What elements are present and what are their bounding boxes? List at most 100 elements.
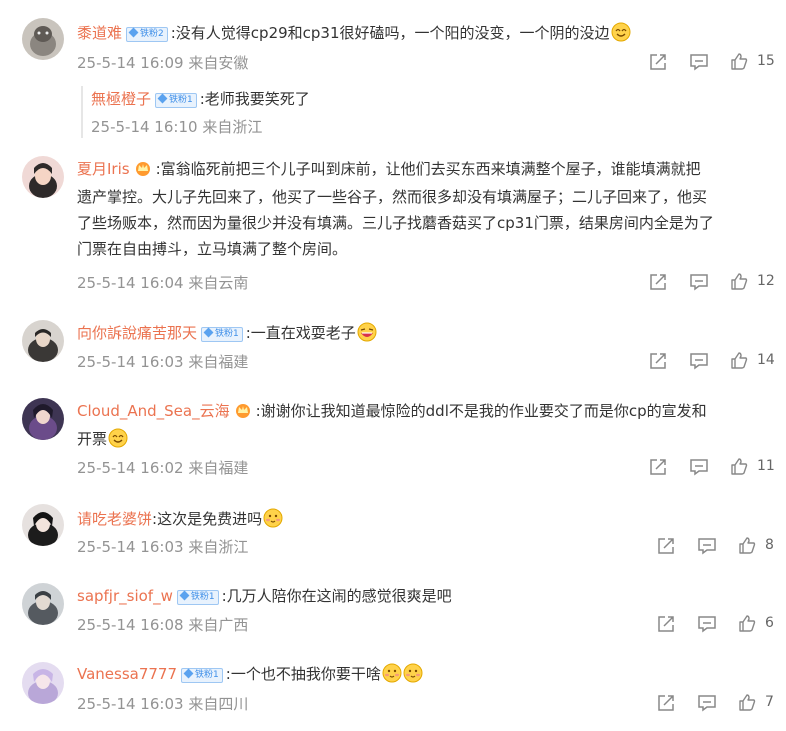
comment-icon <box>690 459 708 476</box>
comment-meta: 25-5-14 16:03 来自福建 <box>77 351 248 372</box>
diamond-icon <box>203 327 214 338</box>
comment-time: 25-5-14 16:03 <box>77 695 184 713</box>
username-link[interactable]: 黍道难 <box>77 24 122 42</box>
share-button[interactable] <box>656 614 676 634</box>
fan-badge-label: 铁粉1 <box>190 592 215 602</box>
like-count: 6 <box>765 615 774 631</box>
comment-location: 来自浙江 <box>188 538 249 556</box>
username-link[interactable]: sapfjr_siof_w <box>77 587 173 605</box>
like-button[interactable]: 12 <box>730 272 775 290</box>
reply-meta: 25-5-14 16:10 来自浙江 <box>91 116 262 137</box>
username-link[interactable]: Vanessa7777 <box>77 665 177 683</box>
smile-emoji-icon <box>108 428 128 456</box>
comment-text-line: Cloud_And_Sea_云海:谢谢你让我知道最惊险的ddl不是我的作业要交了… <box>77 398 766 426</box>
comment-text-line: 夏月Iris:富翁临死前把三个儿子叫到床前，让他们去买东西来填满整个屋子，谁能填… <box>77 156 766 184</box>
diamond-icon <box>183 668 194 679</box>
like-button[interactable]: 7 <box>738 693 774 711</box>
comment-location: 来自福建 <box>188 353 249 371</box>
username-link[interactable]: 请吃老婆饼 <box>77 510 152 528</box>
comment-button[interactable] <box>689 52 709 72</box>
thumbs-up-icon <box>731 273 748 290</box>
comment-location: 来自云南 <box>188 274 249 292</box>
comment-text: :一个也不抽我你要干啥 <box>225 665 381 683</box>
fan-badge: 铁粉1 <box>176 590 219 605</box>
reply-time: 25-5-14 16:10 <box>91 118 198 136</box>
avatar[interactable] <box>22 662 64 704</box>
comment-meta: 25-5-14 16:09 来自安徽 <box>77 52 248 73</box>
fan-badge-label: 铁粉1 <box>169 95 193 105</box>
comment-text: :一直在戏耍老子 <box>245 324 356 342</box>
username-link[interactable]: Cloud_And_Sea_云海 <box>77 402 230 420</box>
comment-time: 25-5-14 16:02 <box>77 459 184 477</box>
share-button[interactable] <box>656 536 676 556</box>
avatar[interactable] <box>22 156 64 198</box>
comment-text-line: 开票 <box>77 426 766 456</box>
share-icon <box>658 616 674 632</box>
avatar[interactable] <box>22 320 64 362</box>
share-icon <box>650 459 666 475</box>
share-icon <box>650 54 666 70</box>
reply-username-link[interactable]: 無極橙子 <box>91 90 151 108</box>
comment-text-line: Vanessa7777 铁粉1 :一个也不抽我你要干啥 <box>77 661 766 691</box>
like-button[interactable]: 8 <box>738 536 774 554</box>
comment-time: 25-5-14 16:04 <box>77 274 184 292</box>
fan-badge-label: 铁粉1 <box>215 329 239 339</box>
comment-meta: 25-5-14 16:03 来自四川 <box>77 693 248 714</box>
comment-time: 25-5-14 16:09 <box>77 54 184 72</box>
reply-text-line: 無極橙子 铁粉1 :老师我要笑死了 <box>91 86 310 112</box>
share-icon <box>650 353 666 369</box>
crown-icon <box>134 158 152 184</box>
reply-block: 無極橙子 铁粉1 :老师我要笑死了 25-5-14 16:10 来自浙江 <box>81 86 703 138</box>
avatar[interactable] <box>22 18 64 60</box>
fan-badge: 铁粉1 <box>181 668 223 683</box>
comment-text-line: 向你訴說痛苦那天 铁粉1 :一直在戏耍老子 <box>77 320 766 350</box>
diamond-icon <box>157 93 168 104</box>
comment-button[interactable] <box>689 272 709 292</box>
like-button[interactable]: 14 <box>730 351 775 369</box>
share-button[interactable] <box>648 52 668 72</box>
blush-emoji-icon <box>382 663 402 691</box>
comment-text-line: sapfjr_siof_w 铁粉1 :几万人陪你在这闹的感觉很爽是吧 <box>77 583 766 609</box>
like-button[interactable]: 15 <box>730 52 775 70</box>
laughing-emoji-icon <box>357 322 377 350</box>
thumbs-up-icon <box>739 694 756 711</box>
avatar[interactable] <box>22 504 64 546</box>
comment-icon <box>698 616 716 633</box>
comment-button[interactable] <box>689 457 709 477</box>
share-button[interactable] <box>648 351 668 371</box>
comment-button[interactable] <box>697 536 717 556</box>
like-button[interactable]: 11 <box>730 457 775 475</box>
fan-badge: 铁粉1 <box>155 93 197 108</box>
comment-text: :几万人陪你在这闹的感觉很爽是吧 <box>221 587 452 605</box>
share-button[interactable] <box>648 272 668 292</box>
comment-text-line: 了些场贩本，然而因为量很少并没有填满。三儿子找蘑香菇买了cp31门票，结果房间内… <box>77 214 714 232</box>
comment-time: 25-5-14 16:03 <box>77 538 184 556</box>
comment-button[interactable] <box>697 614 717 634</box>
reply-text: :老师我要笑死了 <box>199 90 310 108</box>
comment-icon <box>690 274 708 291</box>
username-link[interactable]: 夏月Iris <box>77 160 130 178</box>
comment-icon <box>698 538 716 555</box>
comment-icon <box>690 353 708 370</box>
thumbs-up-icon <box>739 537 756 554</box>
diamond-icon <box>128 27 139 38</box>
like-count: 14 <box>757 352 775 368</box>
thumbs-up-icon <box>731 352 748 369</box>
like-count: 11 <box>757 458 775 474</box>
blush-emoji-icon <box>263 508 283 536</box>
comment-text: :这次是免费进吗 <box>152 510 263 528</box>
share-button[interactable] <box>648 457 668 477</box>
fan-badge-label: 铁粉1 <box>195 670 219 680</box>
comment-meta: 25-5-14 16:04 来自云南 <box>77 272 248 293</box>
share-button[interactable] <box>656 693 676 713</box>
comment-text-line: 遗产掌控。大儿子先回来了，他买了一些谷子，然而很多却没有填满屋子；二儿子回来了，… <box>77 188 708 206</box>
smile-emoji-icon <box>611 22 631 50</box>
thumbs-up-icon <box>731 53 748 70</box>
comment-button[interactable] <box>689 351 709 371</box>
comment-icon <box>690 54 708 71</box>
like-button[interactable]: 6 <box>738 614 774 632</box>
avatar[interactable] <box>22 398 64 440</box>
comment-button[interactable] <box>697 693 717 713</box>
avatar[interactable] <box>22 583 64 625</box>
username-link[interactable]: 向你訴說痛苦那天 <box>77 324 197 342</box>
